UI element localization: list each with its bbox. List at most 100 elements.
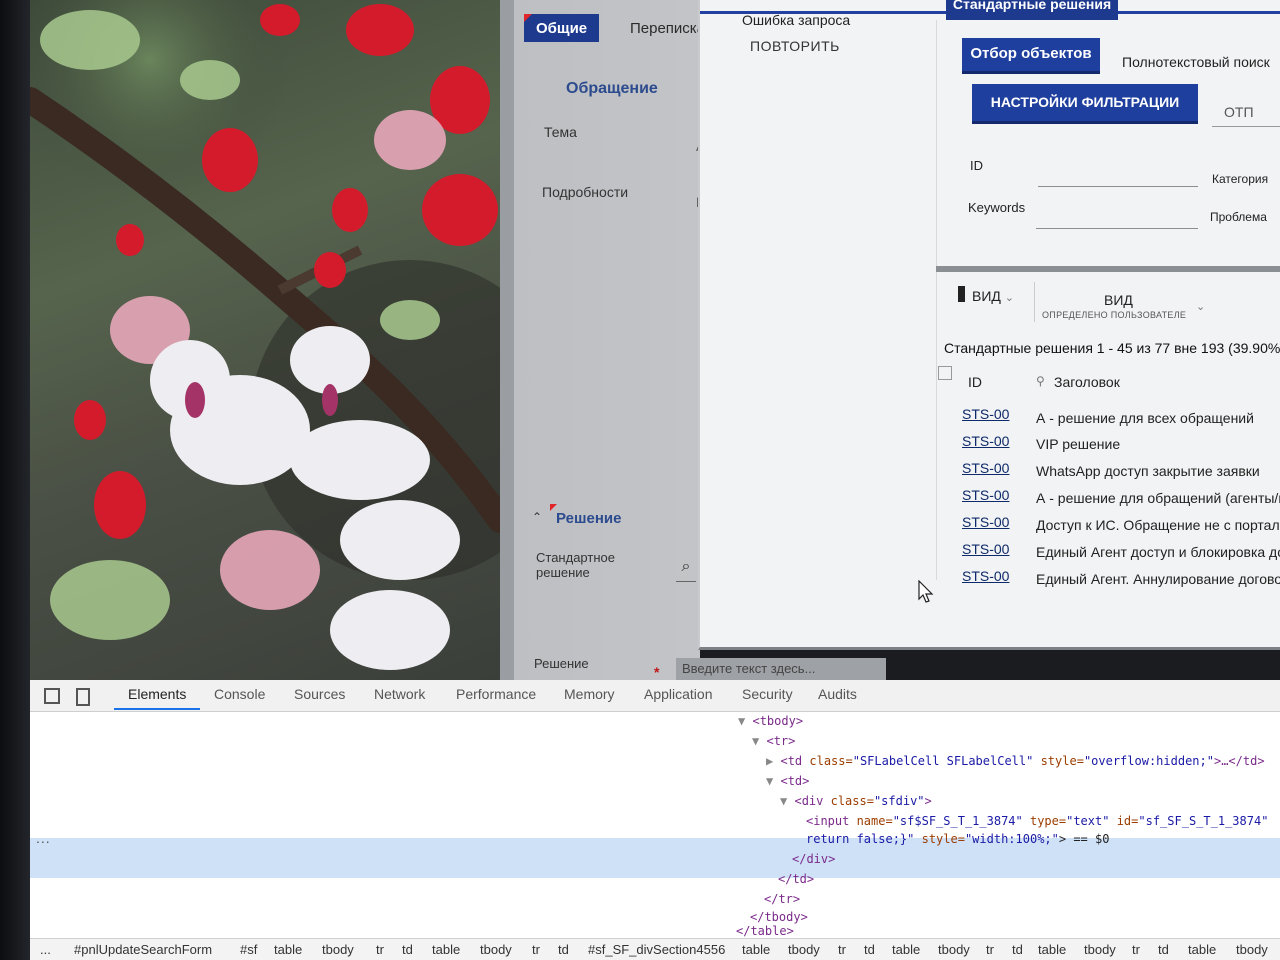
device-toolbar-icon[interactable]: [76, 688, 90, 706]
code-line-input-cont[interactable]: return false;}" style="width:100%;"> == …: [806, 832, 1109, 846]
breadcrumb-item[interactable]: tr: [1132, 942, 1140, 957]
row-title[interactable]: Единый Агент доступ и блокировка досту: [1036, 544, 1280, 560]
row-id-link[interactable]: STS-00: [962, 514, 1009, 530]
row-title[interactable]: А - решение для обращений (агенты/пар: [1036, 490, 1280, 506]
code-line-td-label[interactable]: ▶ <td class="SFLabelCell SFLabelCell" st…: [766, 754, 1265, 768]
row-id-link[interactable]: STS-00: [962, 487, 1009, 503]
tab-console[interactable]: Console: [214, 686, 265, 702]
code-line-tbody-open[interactable]: ▼ <tbody>: [738, 714, 803, 728]
code-line-input[interactable]: <input name="sf$SF_S_T_1_3874" type="tex…: [806, 814, 1268, 828]
row-title[interactable]: Доступ к ИС. Обращение не с портала: [1036, 517, 1280, 533]
column-header-id[interactable]: ID: [968, 374, 982, 390]
row-id-link[interactable]: STS-00: [962, 433, 1009, 449]
view-selector-1[interactable]: ВИД ⌄: [972, 288, 1014, 304]
row-title[interactable]: VIP решение: [1036, 436, 1120, 452]
filter-label-keywords: Keywords: [968, 200, 1026, 215]
breadcrumb-item[interactable]: #sf_SF_divSection4556: [588, 942, 725, 957]
panel-divider: [936, 20, 937, 580]
breadcrumb-item[interactable]: tbody: [788, 942, 820, 957]
tab-standard-solutions[interactable]: Стандартные решения: [946, 0, 1118, 20]
inspect-element-icon[interactable]: [44, 688, 60, 704]
tab-memory[interactable]: Memory: [564, 686, 615, 702]
flower-branch-image: [30, 0, 500, 670]
section-separator: [936, 266, 1280, 272]
view-color-marker: [958, 286, 965, 302]
tab-sources[interactable]: Sources: [294, 686, 345, 702]
breadcrumb-item[interactable]: table: [1188, 942, 1216, 957]
tab-fulltext-search[interactable]: Полнотекстовый поиск: [1122, 54, 1270, 70]
code-line-td-open[interactable]: ▼ <td>: [766, 774, 809, 788]
breadcrumb-item[interactable]: td: [864, 942, 875, 957]
breadcrumb-item[interactable]: tr: [838, 942, 846, 957]
breadcrumb-item[interactable]: td: [1158, 942, 1169, 957]
row-title[interactable]: WhatsApp доступ закрытие заявки: [1036, 463, 1260, 479]
breadcrumb-item[interactable]: tr: [986, 942, 994, 957]
elements-tree: ... ▼ <tbody> ▼ <tr> ▶ <td class="SFLabe…: [30, 712, 1280, 938]
node-actions-dots[interactable]: ...: [36, 830, 51, 846]
breadcrumb-item[interactable]: tbody: [480, 942, 512, 957]
breadcrumb-item[interactable]: tbody: [1084, 942, 1116, 957]
breadcrumb-item[interactable]: td: [1012, 942, 1023, 957]
row-id-link[interactable]: STS-00: [962, 568, 1009, 584]
code-line-tbody-close[interactable]: </tbody>: [750, 910, 808, 924]
row-title[interactable]: А - решение для всех обращений: [1036, 410, 1254, 426]
code-line-tr-close[interactable]: </tr>: [764, 892, 800, 906]
row-title[interactable]: Единый Агент. Аннулирование договора: [1036, 571, 1280, 587]
tab-application[interactable]: Application: [644, 686, 713, 702]
row-id-link[interactable]: STS-00: [962, 541, 1009, 557]
tab-otp[interactable]: ОТП: [1224, 104, 1254, 120]
code-line-div-open[interactable]: ▼ <div class="sfdiv">: [780, 794, 932, 808]
breadcrumb-item[interactable]: td: [402, 942, 413, 957]
view-divider: [1034, 282, 1035, 322]
code-line-tr-open[interactable]: ▼ <tr>: [752, 734, 795, 748]
breadcrumb-item[interactable]: tbody: [1236, 942, 1268, 957]
select-all-checkbox[interactable]: [938, 366, 952, 380]
filter-label-category: Категория: [1212, 172, 1269, 186]
devtools-toolbar: Elements Console Sources Network Perform…: [30, 680, 1280, 712]
field-label-details: Подробности: [542, 184, 629, 200]
breadcrumb-item[interactable]: table: [432, 942, 460, 957]
tab-security[interactable]: Security: [742, 686, 793, 702]
breadcrumb-item[interactable]: tbody: [322, 942, 354, 957]
filter-input-keywords[interactable]: [1036, 228, 1198, 229]
breadcrumb-item[interactable]: ...: [40, 942, 51, 957]
breadcrumb-item[interactable]: #pnlUpdateSearchForm: [74, 942, 212, 957]
chevron-down-icon[interactable]: ⌄: [1196, 300, 1205, 313]
column-header-title[interactable]: Заголовок: [1054, 374, 1120, 390]
monitor-bezel: [0, 0, 30, 960]
breadcrumb-item[interactable]: tr: [376, 942, 384, 957]
view-selector-2[interactable]: ВИД: [1104, 292, 1133, 308]
tab-elements[interactable]: Elements: [128, 686, 186, 702]
collapse-chevron-icon[interactable]: ⌃: [532, 510, 542, 524]
breadcrumb-item[interactable]: table: [742, 942, 770, 957]
section-title-case: Обращение: [566, 80, 658, 97]
breadcrumb-item[interactable]: tr: [532, 942, 540, 957]
filter-input-id[interactable]: [1038, 186, 1198, 187]
row-id-link[interactable]: STS-00: [962, 406, 1009, 422]
breadcrumb-item[interactable]: #sf: [240, 942, 257, 957]
code-line-div-close[interactable]: </div>: [792, 852, 835, 866]
tab-general[interactable]: Общие: [524, 14, 600, 42]
breadcrumb-item[interactable]: td: [558, 942, 569, 957]
tab-audits[interactable]: Audits: [818, 686, 857, 702]
filter-label-id: ID: [970, 158, 983, 173]
field-label-standard-solution: Стандартное решение: [536, 550, 615, 580]
lookup-search-icon[interactable]: ⌕: [676, 558, 696, 582]
row-id-link[interactable]: STS-00: [962, 460, 1009, 476]
tab-performance[interactable]: Performance: [456, 686, 536, 702]
field-label-solution: Решение: [534, 656, 589, 671]
solution-text-input[interactable]: Введите текст здесь...: [676, 658, 886, 682]
dom-breadcrumbs: ... #pnlUpdateSearchForm #sf table tbody…: [30, 938, 1280, 960]
code-line-td-close[interactable]: </td>: [778, 872, 814, 886]
code-line-table-close[interactable]: </table>: [736, 924, 794, 938]
retry-button[interactable]: ПОВТОРИТЬ: [750, 38, 840, 54]
breadcrumb-item[interactable]: table: [892, 942, 920, 957]
object-selection-button[interactable]: Отбор объектов: [962, 38, 1100, 74]
breadcrumb-item[interactable]: tbody: [938, 942, 970, 957]
section-title-solution: Решение: [556, 510, 622, 527]
filter-settings-button[interactable]: НАСТРОЙКИ ФИЛЬТРАЦИИ: [972, 84, 1198, 124]
tab-network[interactable]: Network: [374, 686, 425, 702]
breadcrumb-item[interactable]: table: [274, 942, 302, 957]
results-summary: Стандартные решения 1 - 45 из 77 вне 193…: [944, 340, 1280, 356]
breadcrumb-item[interactable]: table: [1038, 942, 1066, 957]
